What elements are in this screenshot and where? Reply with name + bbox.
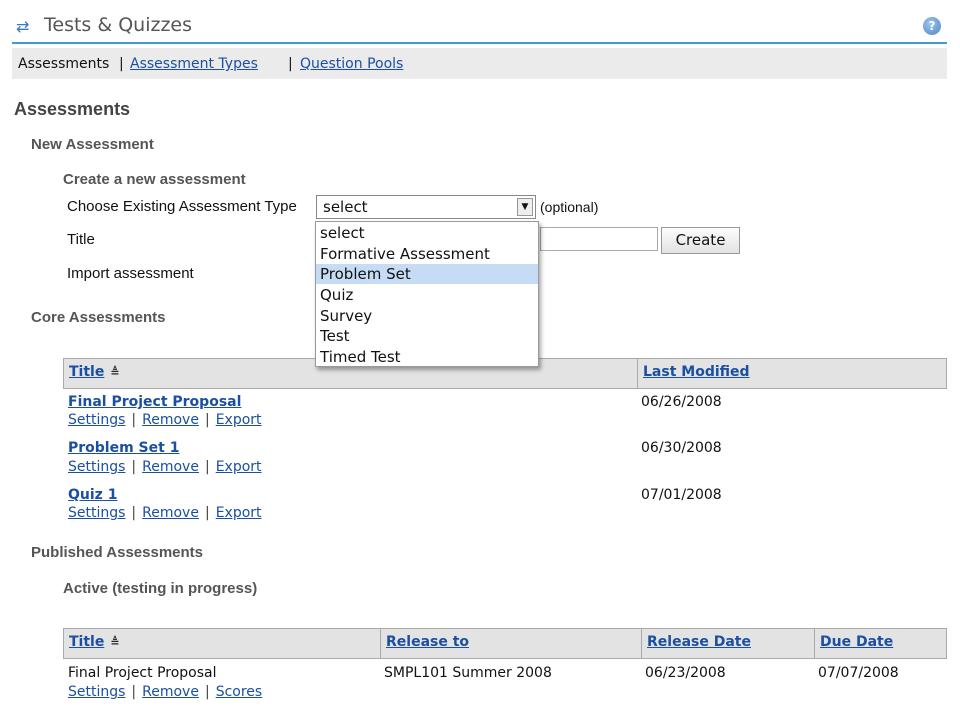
row-actions: Settings | Remove | Export — [68, 412, 262, 428]
settings-link[interactable]: Settings — [68, 412, 125, 428]
sort-release-date-link[interactable]: Release Date — [647, 634, 751, 650]
dropdown-option-highlighted[interactable]: Problem Set — [316, 264, 538, 284]
nav-separator: | — [119, 56, 124, 72]
assessment-title-link[interactable]: Quiz 1 — [68, 487, 117, 503]
export-link[interactable]: Export — [216, 459, 262, 475]
settings-link[interactable]: Settings — [68, 505, 125, 521]
sort-ascending-icon: ≜ — [110, 636, 120, 649]
assessment-title-link[interactable]: Final Project Proposal — [68, 394, 241, 410]
dropdown-option[interactable]: Quiz — [316, 285, 538, 305]
assessment-title-link[interactable]: Problem Set 1 — [68, 440, 179, 456]
row-actions: Settings | Remove | Scores — [68, 684, 262, 700]
published-assessment-title: Final Project Proposal — [68, 665, 217, 681]
nav-assessments-current: Assessments — [18, 56, 110, 72]
column-header-release-date: Release Date — [641, 629, 814, 658]
column-header-release-to: Release to — [380, 629, 641, 658]
action-separator: | — [204, 412, 210, 428]
sort-title-link[interactable]: Title ≜ — [69, 364, 120, 380]
sort-title-label: Title — [69, 634, 105, 650]
import-assessment-label[interactable]: Import assessment — [67, 265, 194, 282]
sort-due-date-link[interactable]: Due Date — [820, 634, 893, 650]
action-separator: | — [204, 505, 210, 521]
dropdown-option[interactable]: Formative Assessment — [316, 244, 538, 264]
create-assessment-subheading: Create a new assessment — [63, 171, 246, 188]
row-actions: Settings | Remove | Export — [68, 459, 262, 475]
release-to-value: SMPL101 Summer 2008 — [384, 665, 552, 681]
last-modified-date: 07/01/2008 — [641, 487, 722, 503]
chevron-down-icon[interactable]: ▼ — [517, 198, 533, 216]
optional-hint: (optional) — [540, 199, 599, 215]
export-link[interactable]: Export — [216, 412, 262, 428]
row-actions: Settings | Remove | Export — [68, 505, 262, 521]
page-title: Assessments — [14, 99, 131, 119]
sort-title-label: Title — [69, 364, 105, 380]
action-separator: | — [204, 459, 210, 475]
assessment-type-dropdown-list: select Formative Assessment Problem Set … — [315, 221, 539, 367]
title-input[interactable] — [540, 227, 658, 251]
dropdown-option[interactable]: Test — [316, 326, 538, 346]
column-header-last-modified: Last Modified — [637, 359, 947, 388]
assessment-type-select-value: select — [323, 198, 368, 216]
settings-link[interactable]: Settings — [68, 459, 125, 475]
release-date-value: 06/23/2008 — [645, 665, 726, 681]
tool-title: Tests & Quizzes — [44, 14, 193, 36]
published-table-header: Title ≜ Release to Release Date Due Date — [63, 628, 947, 659]
action-separator: | — [204, 684, 210, 700]
remove-link[interactable]: Remove — [142, 412, 199, 428]
scores-link[interactable]: Scores — [216, 684, 263, 700]
active-assessments-subheading: Active (testing in progress) — [63, 580, 258, 597]
settings-link[interactable]: Settings — [68, 684, 125, 700]
sort-last-modified-link[interactable]: Last Modified — [643, 364, 750, 380]
action-separator: | — [131, 412, 137, 428]
action-separator: | — [131, 684, 137, 700]
tool-title-bar: ⇄ Tests & Quizzes ? — [12, 10, 947, 44]
assessment-type-select[interactable]: select ▼ — [316, 195, 536, 219]
tool-nav-bar: Assessments | Assessment Types | Questio… — [12, 48, 947, 79]
dropdown-option[interactable]: select — [316, 223, 538, 243]
title-label: Title — [67, 231, 95, 248]
action-separator: | — [131, 505, 137, 521]
core-assessments-heading: Core Assessments — [31, 309, 166, 326]
sort-title-link[interactable]: Title ≜ — [69, 634, 120, 650]
export-link[interactable]: Export — [216, 505, 262, 521]
dropdown-option[interactable]: Timed Test — [316, 347, 538, 367]
last-modified-date: 06/26/2008 — [641, 394, 722, 410]
column-header-due-date: Due Date — [814, 629, 947, 658]
remove-link[interactable]: Remove — [142, 505, 199, 521]
action-separator: | — [131, 459, 137, 475]
sort-ascending-icon: ≜ — [110, 366, 120, 379]
published-assessments-heading: Published Assessments — [31, 544, 204, 561]
dropdown-option[interactable]: Survey — [316, 306, 538, 326]
remove-link[interactable]: Remove — [142, 684, 199, 700]
refresh-arrows-icon[interactable]: ⇄ — [16, 18, 34, 36]
new-assessment-heading: New Assessment — [31, 136, 154, 153]
sort-release-to-link[interactable]: Release to — [386, 634, 469, 650]
nav-separator: | — [288, 56, 293, 72]
last-modified-date: 06/30/2008 — [641, 440, 722, 456]
nav-question-pools-link[interactable]: Question Pools — [300, 56, 403, 72]
create-button[interactable]: Create — [661, 227, 740, 254]
remove-link[interactable]: Remove — [142, 459, 199, 475]
column-header-title: Title ≜ — [64, 629, 380, 658]
nav-assessment-types-link[interactable]: Assessment Types — [130, 56, 258, 72]
help-icon[interactable]: ? — [923, 17, 941, 35]
due-date-value: 07/07/2008 — [818, 665, 899, 681]
assessment-type-label: Choose Existing Assessment Type — [67, 198, 297, 215]
